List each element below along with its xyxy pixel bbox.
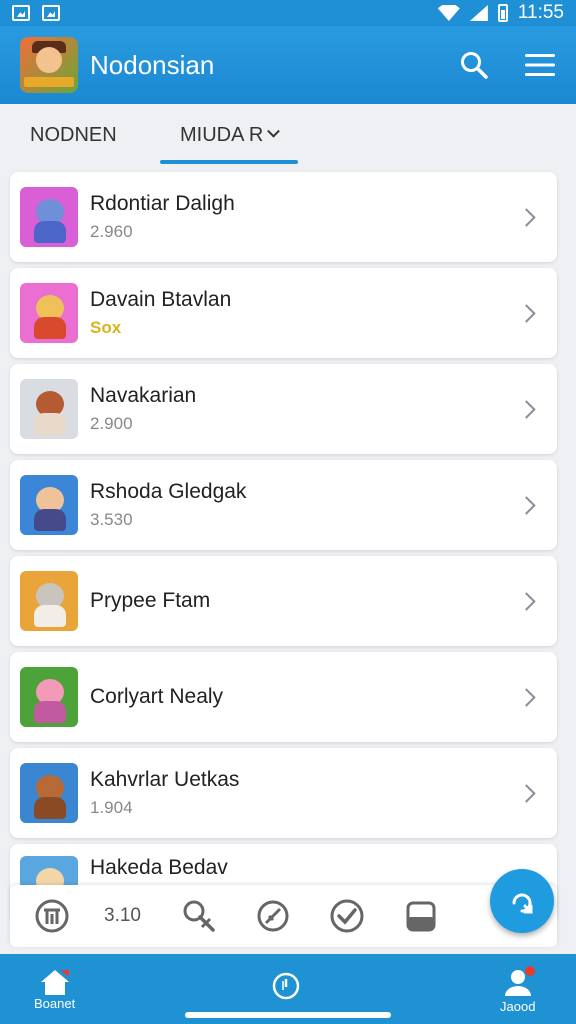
- signal-icon: [469, 5, 488, 21]
- search-icon: [461, 52, 488, 79]
- chevron-right-icon: [517, 495, 536, 515]
- clock-icon: [272, 972, 300, 1000]
- chevron-right-icon: [517, 687, 536, 707]
- item-title: Rdontiar Daligh: [90, 192, 235, 215]
- list-item[interactable]: Rdontiar Daligh 2.960: [10, 172, 557, 262]
- item-title: Rshoda Gledgak: [90, 480, 247, 503]
- item-subtitle: 3.530: [90, 510, 133, 529]
- link-icon: [257, 900, 289, 932]
- chevron-right-icon: [517, 399, 536, 419]
- app-logo: [20, 37, 78, 93]
- item-subtitle: 2.900: [90, 414, 133, 433]
- game-thumbnail: [20, 763, 78, 823]
- check-button[interactable]: [325, 894, 369, 938]
- pin-icon: [183, 900, 215, 932]
- link-button[interactable]: [251, 894, 295, 938]
- item-title: Navakarian: [90, 384, 197, 407]
- status-time: 11:55: [517, 2, 564, 23]
- bookmark-button[interactable]: [30, 894, 74, 938]
- tab-bar: NODNEN MIUDA R: [0, 104, 576, 166]
- list-item[interactable]: Kahvrlar Uetkas 1.904: [10, 748, 557, 838]
- storage-button[interactable]: [399, 894, 443, 938]
- hamburger-menu-icon: [525, 54, 555, 76]
- chevron-right-icon: [517, 783, 536, 803]
- list-item[interactable]: Corlyart Nealy: [10, 652, 557, 742]
- app-title: Nodonsian: [90, 49, 215, 80]
- pin-button[interactable]: [177, 894, 221, 938]
- battery-icon: [497, 4, 508, 22]
- tab-miuda[interactable]: MIUDA R: [160, 104, 299, 166]
- list-item[interactable]: Navakarian 2.900: [10, 364, 557, 454]
- item-title: Kahvrlar Uetkas: [90, 768, 240, 791]
- game-thumbnail: [20, 571, 78, 631]
- game-thumbnail: [20, 379, 78, 439]
- notification-dot: [524, 966, 535, 976]
- game-list: Rdontiar Daligh 2.960 Davain Btavlan Sox N…: [10, 172, 557, 930]
- menu-button[interactable]: [524, 49, 556, 81]
- gallery-notification-icon: [12, 5, 30, 21]
- item-title: Hakeda Bedav: [90, 856, 228, 879]
- status-bar: 11:55: [0, 0, 576, 26]
- game-thumbnail: [20, 283, 78, 343]
- item-title: Prypee Ftam: [90, 589, 211, 612]
- search-button[interactable]: [458, 49, 490, 81]
- app-bar: Nodonsian: [0, 26, 576, 104]
- list-item[interactable]: Rshoda Gledgak 3.530: [10, 460, 557, 550]
- home-icon: [40, 970, 69, 995]
- nav-profile[interactable]: Jaood: [500, 966, 536, 1014]
- action-toolbar: 3.10: [10, 885, 557, 947]
- refresh-icon: [512, 893, 533, 914]
- bottom-navigation: Boanet Jaood: [0, 954, 576, 1024]
- item-subtitle: 1.904: [90, 798, 133, 817]
- image-notification-icon: [42, 5, 60, 21]
- chevron-right-icon: [517, 207, 536, 227]
- gate-icon: [35, 899, 69, 933]
- game-thumbnail: [20, 667, 78, 727]
- toolbar-count: 3.10: [104, 905, 141, 926]
- tab-nodnen[interactable]: NODNEN: [30, 104, 160, 166]
- chevron-down-icon: [267, 124, 281, 138]
- game-thumbnail: [20, 187, 78, 247]
- chevron-right-icon: [517, 303, 536, 323]
- list-item[interactable]: Davain Btavlan Sox: [10, 268, 557, 358]
- item-title: Corlyart Nealy: [90, 685, 224, 708]
- nav-profile-label: Jaood: [500, 999, 536, 1014]
- nav-home-label: Boanet: [34, 996, 76, 1011]
- checkmark-circle-icon: [330, 899, 364, 933]
- nav-center[interactable]: [270, 970, 302, 1002]
- nav-home[interactable]: Boanet: [34, 968, 75, 1011]
- item-subtitle: 2.960: [90, 222, 133, 241]
- tab-label: NODNEN: [30, 123, 117, 146]
- item-title: Davain Btavlan: [90, 288, 232, 311]
- wifi-icon: [437, 5, 460, 21]
- game-thumbnail: [20, 475, 78, 535]
- list-item[interactable]: Prypee Ftam: [10, 556, 557, 646]
- gesture-handle: [185, 1012, 391, 1018]
- floating-action-button[interactable]: [490, 869, 554, 933]
- storage-icon: [406, 901, 436, 932]
- item-subtitle: Sox: [90, 318, 122, 337]
- chevron-right-icon: [517, 591, 536, 611]
- tab-label: MIUDA R: [180, 123, 264, 146]
